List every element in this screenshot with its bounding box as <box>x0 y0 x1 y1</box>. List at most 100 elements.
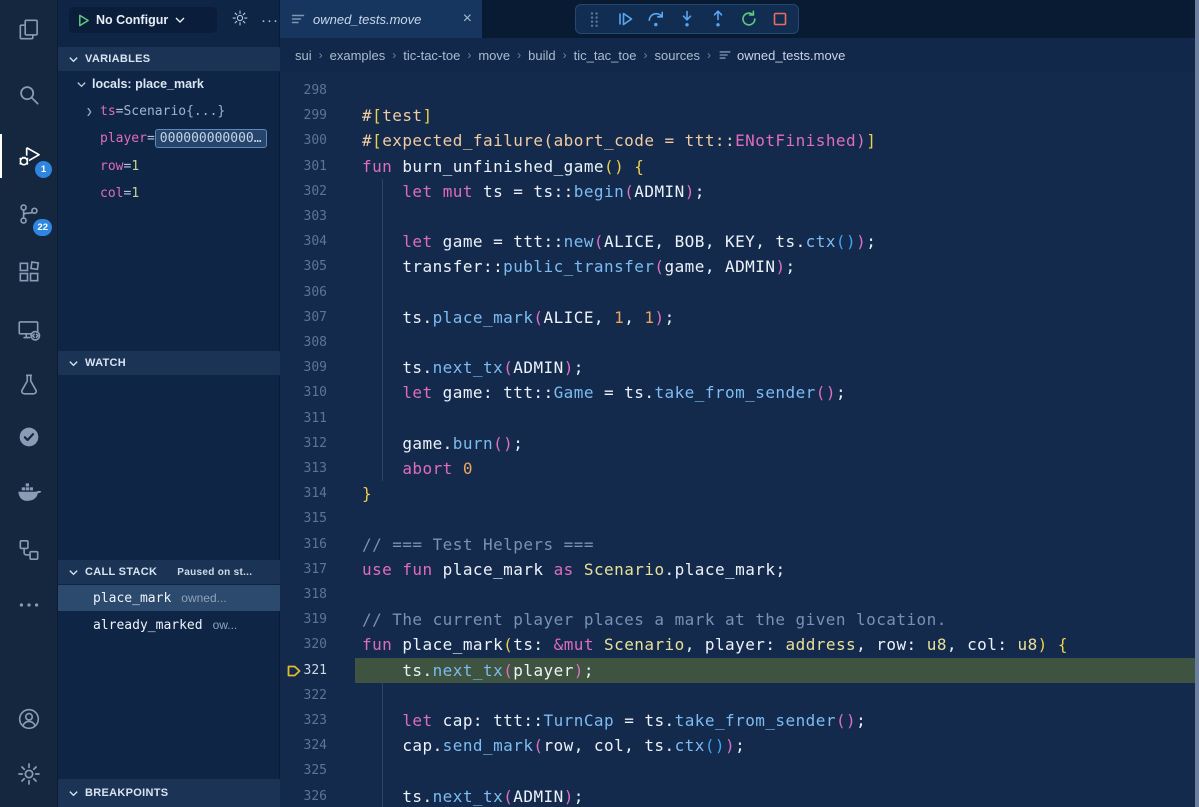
call-stack-section-header[interactable]: CALL STACK Paused on st... <box>58 560 280 584</box>
line-number[interactable]: 320 <box>280 632 327 657</box>
variable-value: 1 <box>131 186 139 201</box>
line-number[interactable]: 298 <box>280 78 327 103</box>
step-out-button[interactable] <box>707 8 729 30</box>
line-number[interactable]: 309 <box>280 355 327 380</box>
activity-item-references-icon[interactable] <box>0 526 58 574</box>
code-text: let cap: ttt::TurnCap = ts.take_from_sen… <box>362 708 866 733</box>
activity-item-more-actions-icon[interactable] <box>0 581 58 629</box>
breadcrumb-move[interactable]: move <box>478 48 510 63</box>
chevron-right-icon[interactable]: ❯ <box>86 105 100 118</box>
indent-guide <box>382 280 383 305</box>
debug-current-line-arrow-icon <box>287 663 301 684</box>
code-line: 312 game.burn(); <box>280 431 1199 456</box>
line-number[interactable]: 323 <box>280 708 327 733</box>
breadcrumb-tic-tac-toe[interactable]: tic-tac-toe <box>403 48 460 63</box>
code-line: 324 cap.send_mark(row, col, ts.ctx()); <box>280 733 1199 758</box>
line-number[interactable]: 302 <box>280 179 327 204</box>
line-number[interactable]: 325 <box>280 758 327 783</box>
activity-item-explorer-icon[interactable] <box>0 6 58 54</box>
breadcrumb-sources[interactable]: sources <box>654 48 700 63</box>
start-debug-icon[interactable] <box>77 14 90 27</box>
code-line: 301fun burn_unfinished_game() { <box>280 154 1199 179</box>
variables-section-header[interactable]: VARIABLES <box>58 47 280 71</box>
move-file-icon <box>290 11 306 27</box>
line-number[interactable]: 324 <box>280 733 327 758</box>
line-number[interactable]: 317 <box>280 557 327 582</box>
line-number[interactable]: 316 <box>280 532 327 557</box>
toolbar-drag-handle-icon[interactable] <box>583 8 605 30</box>
code-text: #[expected_failure(abort_code = ttt::ENo… <box>362 128 876 153</box>
activity-item-coverage-check-icon[interactable] <box>0 413 58 461</box>
call-stack-frame-place_mark[interactable]: place_markowned... <box>58 585 280 611</box>
line-number[interactable]: 304 <box>280 229 327 254</box>
code-line: 306 <box>280 280 1199 305</box>
step-into-button[interactable] <box>676 8 698 30</box>
restart-button[interactable] <box>738 8 760 30</box>
activity-item-settings-icon[interactable] <box>0 750 58 798</box>
debug-toolbar <box>575 4 799 34</box>
code-text: transfer::public_transfer(game, ADMIN); <box>362 254 796 279</box>
line-number[interactable]: 310 <box>280 380 327 405</box>
source-control-badge: 22 <box>33 219 52 236</box>
step-over-button[interactable] <box>645 8 667 30</box>
activity-item-docker-icon[interactable] <box>0 468 58 516</box>
code-text: ts.place_mark(ALICE, 1, 1); <box>362 305 675 330</box>
views-more-actions-icon[interactable]: ··· <box>261 12 279 29</box>
code-line: 307 ts.place_mark(ALICE, 1, 1); <box>280 305 1199 330</box>
code-text: ts.next_tx(ADMIN); <box>362 355 584 380</box>
variable-row-col[interactable]: col = 1 <box>58 182 280 204</box>
watch-section-header[interactable]: WATCH <box>58 351 280 375</box>
breadcrumb-build[interactable]: build <box>528 48 555 63</box>
line-number[interactable]: 299 <box>280 103 327 128</box>
line-number[interactable]: 301 <box>280 154 327 179</box>
line-number[interactable]: 303 <box>280 204 327 229</box>
code-line: 310 let game: ttt::Game = ts.take_from_s… <box>280 380 1199 405</box>
line-number[interactable]: 315 <box>280 506 327 531</box>
breadcrumb-separator: › <box>643 48 647 62</box>
debug-config-label: No Configur <box>96 13 168 27</box>
breakpoints-section-header[interactable]: BREAKPOINTS <box>58 779 280 807</box>
line-number[interactable]: 300 <box>280 128 327 153</box>
variable-row-player[interactable]: player = 000000000000… <box>58 127 280 149</box>
code-text: ts.next_tx(player); <box>362 658 594 683</box>
activity-item-search-icon[interactable] <box>0 71 58 119</box>
line-number[interactable]: 326 <box>280 784 327 807</box>
activity-item-account-icon[interactable] <box>0 695 58 743</box>
line-number[interactable]: 306 <box>280 280 327 305</box>
continue-button[interactable] <box>614 8 636 30</box>
line-number[interactable]: 314 <box>280 481 327 506</box>
line-number[interactable]: 308 <box>280 330 327 355</box>
code-line: 316// === Test Helpers === <box>280 532 1199 557</box>
variables-scope-row[interactable]: locals: place_mark <box>58 73 280 95</box>
activity-item-source-control-icon[interactable]: 22 <box>0 190 58 238</box>
line-number[interactable]: 318 <box>280 582 327 607</box>
activity-item-remote-explorer-icon[interactable] <box>0 306 58 354</box>
debug-config-picker[interactable]: No Configur <box>69 7 217 33</box>
stop-button[interactable] <box>769 8 791 30</box>
line-number[interactable]: 319 <box>280 607 327 632</box>
activity-item-run-debug-icon[interactable]: 1 <box>0 132 58 180</box>
activity-item-testing-icon[interactable] <box>0 361 58 409</box>
code-text: ts.next_tx(ADMIN); <box>362 784 584 807</box>
line-number[interactable]: 311 <box>280 406 327 431</box>
chevron-down-icon <box>68 358 79 369</box>
breadcrumb-examples[interactable]: examples <box>330 48 386 63</box>
line-number[interactable]: 307 <box>280 305 327 330</box>
scrollbar[interactable] <box>1195 0 1199 807</box>
variable-row-ts[interactable]: ❯ts = Scenario{...} <box>58 100 280 122</box>
line-number[interactable]: 322 <box>280 683 327 708</box>
breadcrumb-file[interactable]: owned_tests.move <box>718 48 845 63</box>
line-number[interactable]: 305 <box>280 254 327 279</box>
code-line: 326 ts.next_tx(ADMIN); <box>280 784 1199 807</box>
line-number[interactable]: 312 <box>280 431 327 456</box>
line-number[interactable]: 313 <box>280 456 327 481</box>
debug-settings-gear-icon[interactable] <box>231 9 249 32</box>
call-stack-frame-already_marked[interactable]: already_markedow... <box>58 612 280 638</box>
breadcrumb-sui[interactable]: sui <box>295 48 312 63</box>
tab-owned-tests-move[interactable]: owned_tests.move × <box>280 0 482 38</box>
breadcrumb-tic_tac_toe[interactable]: tic_tac_toe <box>574 48 637 63</box>
tab-close-icon[interactable]: × <box>463 11 472 27</box>
code-editor[interactable]: 298299#[test]300#[expected_failure(abort… <box>280 72 1199 807</box>
activity-item-extensions-icon[interactable] <box>0 248 58 296</box>
variable-row-row[interactable]: row = 1 <box>58 155 280 177</box>
